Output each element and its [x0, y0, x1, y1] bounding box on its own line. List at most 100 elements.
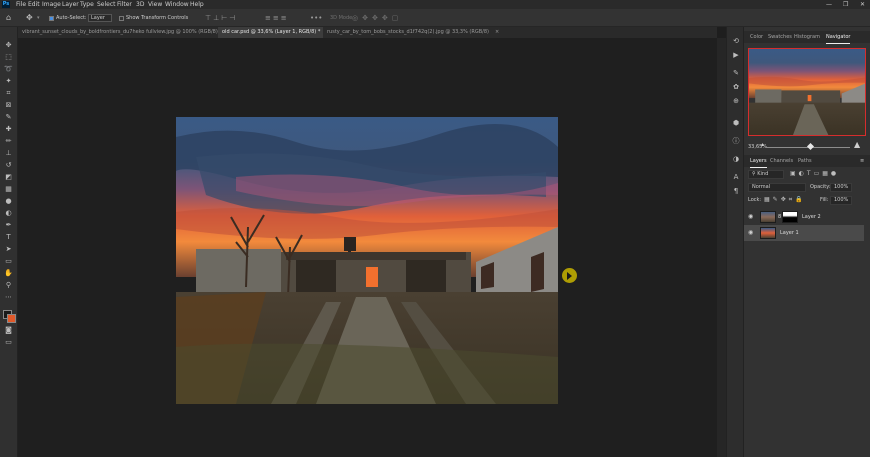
gradient-tool-icon[interactable]: ▦: [3, 185, 14, 193]
menu-filter[interactable]: Filter: [117, 0, 132, 9]
home-icon[interactable]: ⌂: [6, 9, 11, 27]
opacity-field[interactable]: 100%: [830, 183, 852, 192]
navigator-thumbnail: [749, 49, 865, 135]
tab-rusty-car[interactable]: rusty_car_by_tom_bobs_stocks_d1f742q(2).…: [323, 27, 523, 38]
clone-stamp-icon[interactable]: ⊥: [3, 149, 14, 157]
brush-settings-icon[interactable]: ✎: [731, 69, 741, 78]
navigator-zoom-value[interactable]: 33,65%: [748, 144, 767, 150]
lasso-tool-icon[interactable]: ➰: [3, 65, 14, 73]
3d-tool-icons[interactable]: ◎✥✥✥▢: [352, 9, 402, 27]
crop-tool-icon[interactable]: ⌗: [3, 89, 14, 97]
menu-view[interactable]: View: [148, 0, 162, 9]
type-tool-icon[interactable]: T: [3, 233, 14, 241]
menu-help[interactable]: Help: [190, 0, 204, 9]
history-icon[interactable]: ⟲: [731, 37, 741, 46]
auto-select-checkbox[interactable]: [49, 16, 54, 21]
eyedropper-icon[interactable]: ✎: [3, 113, 14, 121]
dodge-tool-icon[interactable]: ◐: [3, 209, 14, 217]
auto-select-dropdown[interactable]: Layer: [88, 14, 112, 22]
tab-vibrant-sunset[interactable]: vibrant_sunset_clouds_by_boldfrontiers_d…: [18, 27, 218, 38]
tab-label: old car.psd @ 33,6% (Layer 1, RGB/8) *: [222, 29, 321, 35]
menu-file[interactable]: File: [16, 0, 26, 9]
zoom-in-icon[interactable]: ▲: [854, 140, 860, 149]
menu-image[interactable]: Image: [42, 0, 61, 9]
pen-tool-icon[interactable]: ✒: [3, 221, 14, 229]
brushes-icon[interactable]: ✿: [731, 83, 741, 92]
tab-channels[interactable]: Channels: [770, 155, 793, 167]
tab-label: rusty_car_by_tom_bobs_stocks_d1f742q(2).…: [327, 29, 489, 35]
layer-mask-thumbnail[interactable]: [782, 211, 798, 223]
close-window-button[interactable]: ✕: [860, 0, 865, 9]
tab-navigator[interactable]: Navigator: [826, 31, 851, 44]
brush-tool-icon[interactable]: ✏: [3, 137, 14, 145]
navigator-preview[interactable]: [748, 48, 866, 136]
menu-type[interactable]: Type: [80, 0, 94, 9]
zoom-tool-icon[interactable]: ⚲: [3, 281, 14, 289]
kind-label: Kind: [757, 171, 769, 177]
move-tool-icon[interactable]: ✥: [26, 9, 33, 27]
menu-edit[interactable]: Edit: [28, 0, 40, 9]
tab-layers[interactable]: Layers: [750, 155, 767, 168]
more-tools-icon[interactable]: ⋯: [3, 293, 14, 301]
eraser-tool-icon[interactable]: ◩: [3, 173, 14, 181]
blur-tool-icon[interactable]: ●: [3, 197, 14, 205]
adjustments-icon[interactable]: ◑: [731, 155, 741, 164]
zoom-out-icon[interactable]: ▴: [761, 141, 764, 148]
shape-tool-icon[interactable]: ▭: [3, 257, 14, 265]
move-tool-icon[interactable]: ✥: [3, 41, 14, 49]
visibility-eye-icon[interactable]: ◉: [748, 225, 753, 241]
show-transform-checkbox[interactable]: [119, 16, 124, 21]
hand-tool-icon[interactable]: ✋: [3, 269, 14, 277]
tab-swatches[interactable]: Swatches: [768, 31, 792, 43]
path-selection-icon[interactable]: ➤: [3, 245, 14, 253]
paragraph-icon[interactable]: ¶: [731, 187, 741, 196]
lock-icons[interactable]: ▦✎✥⌗🔒: [764, 196, 806, 204]
tab-paths[interactable]: Paths: [798, 155, 812, 167]
play-actions-icon[interactable]: ▶: [731, 51, 741, 60]
blend-mode-dropdown[interactable]: Normal: [748, 183, 806, 192]
history-brush-icon[interactable]: ↺: [3, 161, 14, 169]
layer-row-layer-1[interactable]: ◉ Layer 1: [744, 225, 864, 241]
background-color-swatch[interactable]: [7, 314, 16, 323]
tool-preset-chevron-icon[interactable]: ▾: [37, 9, 40, 27]
screen-mode-icon[interactable]: ▭: [3, 338, 14, 346]
photoshop-logo-icon: Ps: [2, 1, 10, 8]
character-icon[interactable]: A: [731, 173, 741, 182]
navigator-zoom-handle[interactable]: [806, 142, 815, 151]
3d-icon[interactable]: ⬢: [731, 119, 741, 128]
document-canvas[interactable]: [176, 117, 558, 404]
layer-row-layer-2[interactable]: ◉ 8 Layer 2: [744, 209, 864, 225]
visibility-eye-icon[interactable]: ◉: [748, 209, 753, 225]
healing-brush-icon[interactable]: ✚: [3, 125, 14, 133]
restore-button[interactable]: ❐: [843, 0, 848, 9]
link-chain-icon[interactable]: 8: [778, 209, 781, 225]
more-options-icon[interactable]: •••: [310, 9, 322, 27]
menu-window[interactable]: Window: [165, 0, 189, 9]
fill-field[interactable]: 100%: [830, 196, 852, 205]
layer-thumbnail: [760, 227, 776, 239]
fill-label: Fill:: [820, 197, 829, 203]
magic-wand-icon[interactable]: ✦: [3, 77, 14, 85]
align-icons[interactable]: ⊤⊥⊢⊣: [205, 9, 237, 27]
distribute-icons[interactable]: ≡≡≡: [265, 9, 289, 27]
tab-histogram[interactable]: Histogram: [794, 31, 820, 43]
tab-color[interactable]: Color: [750, 31, 763, 43]
info-icon[interactable]: ⓘ: [731, 137, 741, 146]
menu-layer[interactable]: Layer: [62, 0, 79, 9]
right-panels: Color Swatches Histogram Navigator 33,65…: [744, 27, 870, 457]
layer-filter-kind[interactable]: ⚲ Kind: [748, 170, 784, 179]
cursor-highlight: [562, 268, 577, 283]
close-tab-icon[interactable]: ×: [495, 29, 499, 35]
menu-select[interactable]: Select: [97, 0, 116, 9]
quick-mask-icon[interactable]: ◙: [3, 326, 14, 334]
clone-source-icon[interactable]: ⊕: [731, 97, 741, 106]
menu-3d[interactable]: 3D: [136, 0, 144, 9]
tab-old-car[interactable]: old car.psd @ 33,6% (Layer 1, RGB/8) *×: [218, 27, 323, 38]
panel-icon-strip: ⟲ ▶ ✎ ✿ ⊕ ⬢ ⓘ ◑ A ¶: [726, 27, 744, 457]
panel-menu-icon[interactable]: ≡: [860, 155, 864, 167]
vertical-scrollbar[interactable]: [717, 38, 726, 457]
minimize-button[interactable]: —: [826, 0, 832, 9]
layer-filter-icons[interactable]: ▣◐T▭▦●: [790, 170, 839, 177]
frame-tool-icon[interactable]: ⊠: [3, 101, 14, 109]
marquee-tool-icon[interactable]: ⬚: [3, 53, 14, 61]
